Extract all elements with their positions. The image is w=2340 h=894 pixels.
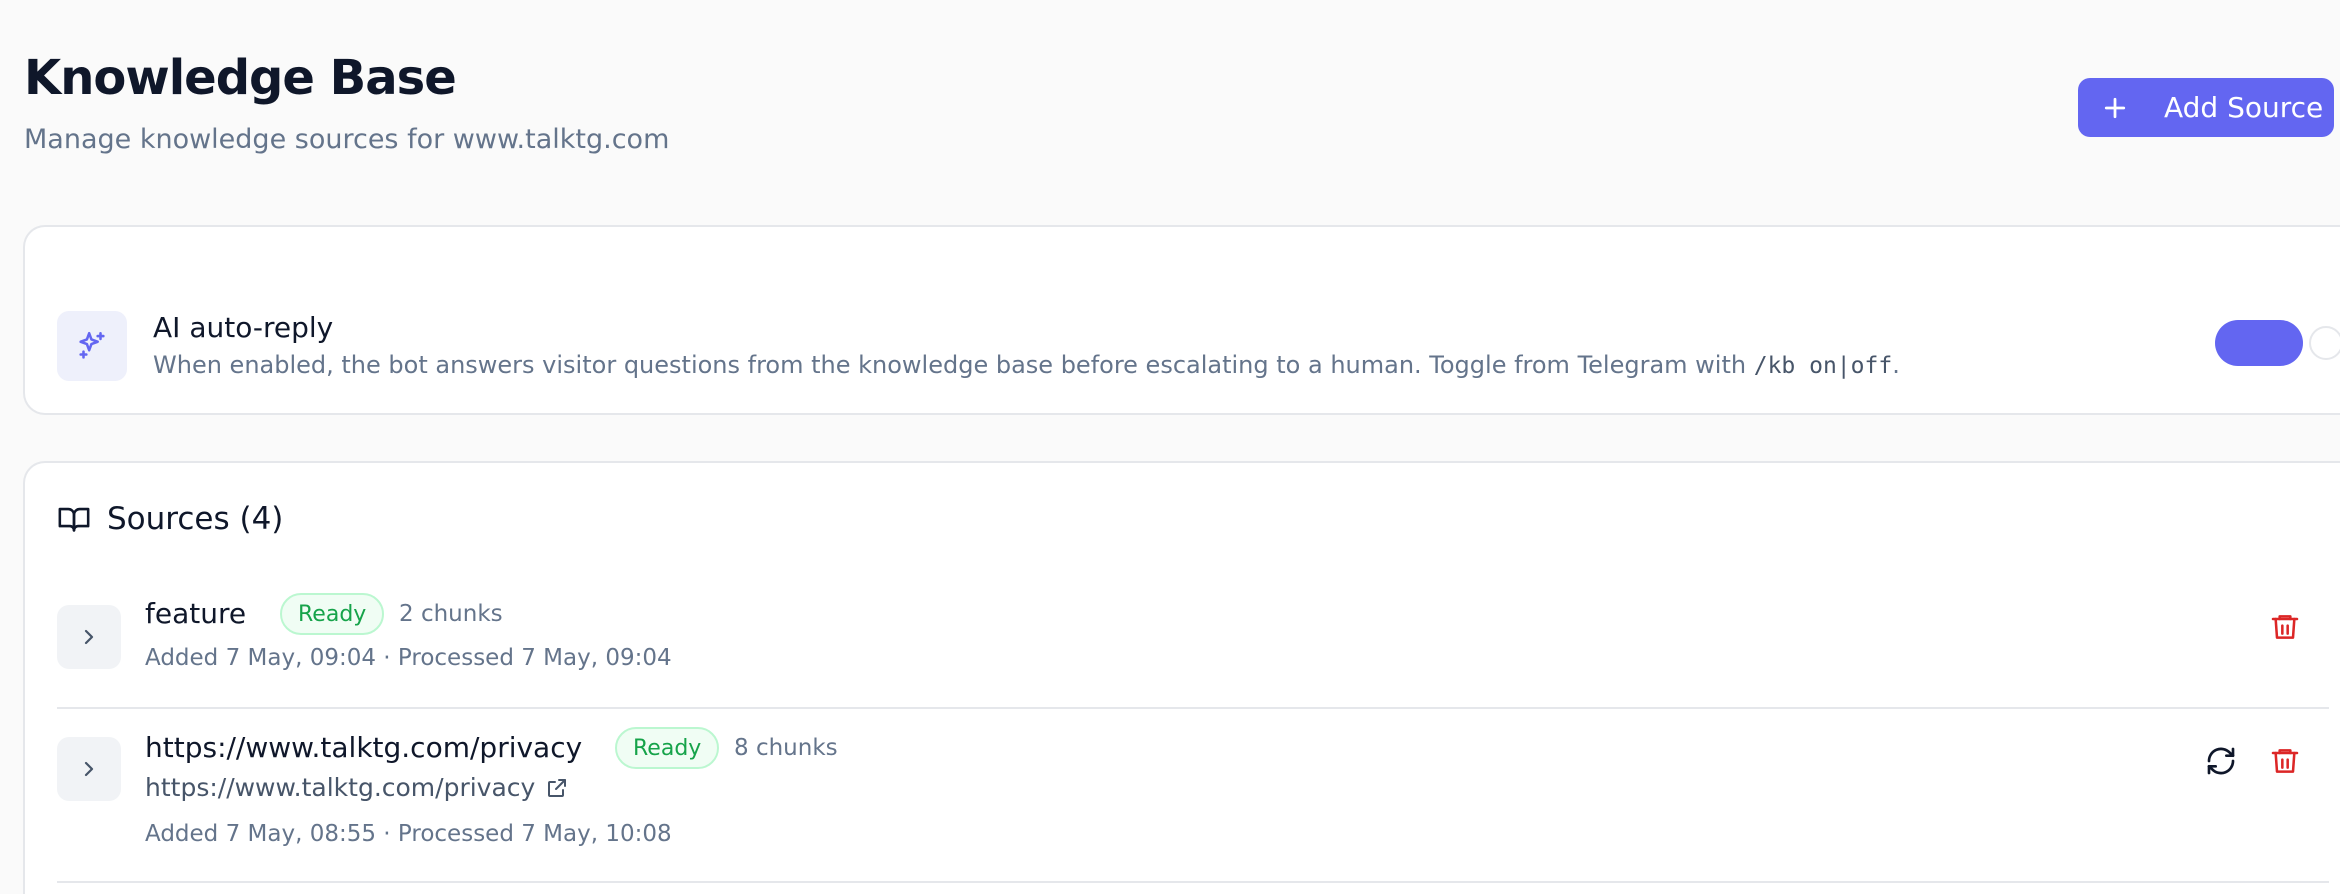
source-meta: Added 7 May, 09:04 · Processed 7 May, 09… — [145, 645, 672, 671]
book-open-icon — [57, 502, 91, 536]
source-row: https://www.talktg.com/privacy Ready 8 c… — [57, 727, 2329, 873]
toggle-knob[interactable] — [2309, 326, 2340, 360]
source-link-text: https://www.talktg.com/privacy — [145, 773, 536, 802]
chunk-count: 8 chunks — [734, 735, 838, 761]
auto-reply-card: AI auto-reply When enabled, the bot answ… — [23, 225, 2340, 415]
status-badge: Ready — [615, 727, 720, 769]
refresh-icon — [2207, 747, 2235, 775]
row-divider — [57, 881, 2329, 883]
row-divider — [57, 707, 2329, 709]
source-link[interactable]: https://www.talktg.com/privacy — [145, 773, 569, 802]
source-meta: Added 7 May, 08:55 · Processed 7 May, 10… — [145, 821, 672, 847]
delete-button[interactable] — [2265, 607, 2305, 647]
source-title: https://www.talktg.com/privacy — [145, 731, 583, 764]
refresh-button[interactable] — [2201, 741, 2241, 781]
add-source-label: Add Source — [2164, 91, 2324, 124]
expand-button[interactable] — [57, 737, 121, 801]
expand-button[interactable] — [57, 605, 121, 669]
plus-icon — [2100, 93, 2130, 123]
status-badge: Ready — [280, 593, 385, 635]
page-subtitle: Manage knowledge sources for www.talktg.… — [24, 124, 670, 155]
chevron-right-icon — [84, 629, 94, 645]
source-title: feature — [145, 597, 247, 630]
auto-reply-command: /kb on|off — [1753, 353, 1893, 379]
trash-icon — [2271, 615, 2299, 639]
page-title: Knowledge Base — [24, 50, 457, 106]
sources-card: Sources (4) feature Ready 2 chunks Added… — [23, 461, 2340, 894]
chevron-right-icon — [84, 761, 94, 777]
trash-icon — [2271, 749, 2299, 773]
knowledge-base-page: Knowledge Base Manage knowledge sources … — [0, 0, 2340, 894]
sources-header: Sources (4) — [57, 501, 283, 537]
auto-reply-title: AI auto-reply — [153, 311, 334, 344]
auto-reply-description-text: When enabled, the bot answers visitor qu… — [153, 351, 1754, 379]
delete-button[interactable] — [2265, 741, 2305, 781]
chunk-count: 2 chunks — [399, 601, 503, 627]
external-link-icon — [545, 776, 569, 800]
add-source-button[interactable]: Add Source — [2078, 78, 2334, 137]
auto-reply-description-end: . — [1892, 351, 1900, 379]
source-row: feature Ready 2 chunks Added 7 May, 09:0… — [57, 593, 2329, 715]
auto-reply-toggle[interactable] — [2215, 320, 2303, 366]
sparkles-icon — [57, 311, 127, 381]
sources-title: Sources (4) — [107, 501, 284, 537]
auto-reply-description: When enabled, the bot answers visitor qu… — [153, 351, 1900, 379]
